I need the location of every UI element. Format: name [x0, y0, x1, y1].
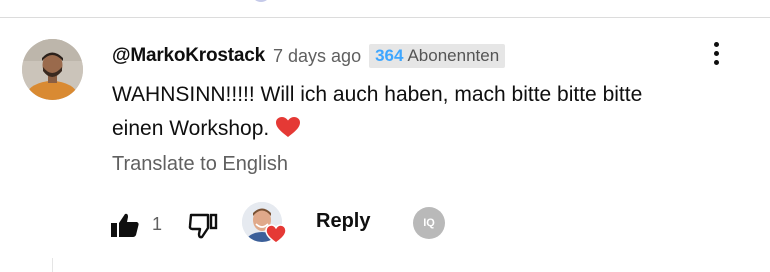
heart-icon	[265, 224, 287, 244]
author-name[interactable]: @MarkoKrostack	[112, 45, 265, 67]
reply-button[interactable]: Reply	[316, 210, 370, 233]
more-vert-icon-dot	[713, 41, 719, 47]
more-actions-button[interactable]	[702, 38, 730, 68]
top-divider	[0, 17, 770, 18]
heart-icon	[276, 117, 301, 137]
thumbs-up-icon[interactable]	[110, 212, 140, 238]
comment-header: @MarkoKrostack 7 days ago 364 Abonennten	[112, 42, 506, 70]
more-vert-icon-dot	[713, 59, 719, 65]
subscriber-count: 364	[375, 46, 404, 65]
creator-heart	[242, 202, 290, 250]
comment-text-line-1: WAHNSINN!!!!! Will ich auch haben, mach …	[112, 83, 643, 106]
thread-line	[52, 258, 53, 272]
more-vert-icon-dot	[713, 50, 719, 56]
comment-time[interactable]: 7 days ago	[273, 46, 361, 67]
translate-link[interactable]: Translate to English	[112, 153, 288, 176]
partial-icon	[255, 0, 267, 2]
comment-text-line-2-text: einen Workshop.	[112, 117, 270, 140]
thumbs-down-icon[interactable]	[188, 212, 218, 240]
subscriber-label: Abonennten	[407, 46, 500, 65]
comment-actions: 1 Reply IQ	[110, 200, 510, 250]
like-count: 1	[152, 214, 163, 234]
avatar[interactable]	[22, 39, 83, 100]
iq-button[interactable]: IQ	[413, 207, 445, 239]
subscriber-badge: 364 Abonennten	[369, 44, 506, 68]
comment-text: WAHNSINN!!!!! Will ich auch haben, mach …	[112, 78, 712, 146]
comment-text-line-2: einen Workshop.	[112, 112, 712, 146]
